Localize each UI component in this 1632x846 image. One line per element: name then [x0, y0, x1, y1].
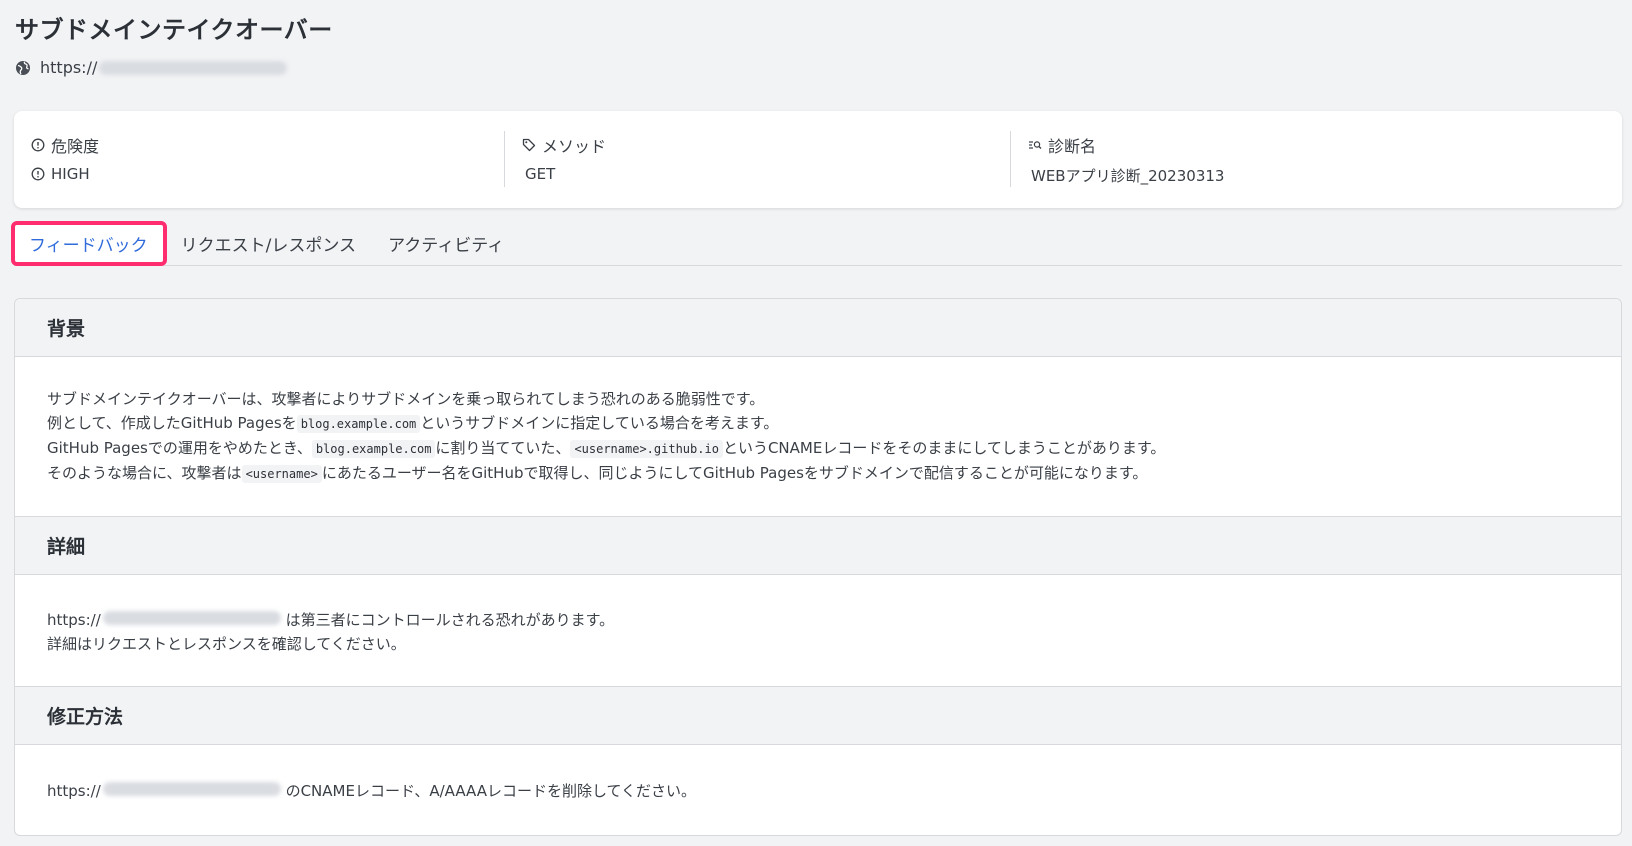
tab-request-response[interactable]: リクエスト/レスポンス — [181, 231, 356, 256]
risk-value: HIGH — [31, 165, 90, 183]
feedback-panel: 背景 サブドメインテイクオーバーは、攻撃者によりサブドメインを乗っ取られてしまう… — [14, 298, 1622, 836]
details-line-1: https:// は第三者にコントロールされる恐れがあります。 — [47, 611, 615, 629]
page-root: サブドメインテイクオーバー https:// 危険度 HIGH メソッド GET… — [0, 0, 1632, 846]
url-redacted — [102, 611, 281, 625]
section-body-fix: https:// のCNAMEレコード、A/AAAAレコードを削除してください。 — [15, 745, 1621, 803]
page-title: サブドメインテイクオーバー — [15, 16, 333, 44]
target-url: https:// — [15, 58, 288, 77]
list-search-icon — [1029, 141, 1042, 149]
background-line-2: 例として、作成したGitHub Pagesを blog.example.com とい… — [47, 414, 779, 433]
background-line-3: GitHub Pagesでの運用をやめたとき、 blog.example.com に… — [47, 439, 1166, 458]
method-column: メソッド GET — [504, 131, 1010, 187]
risk-column: 危険度 HIGH — [14, 111, 504, 208]
url-redacted — [99, 60, 288, 75]
tab-bar: フィードバック リクエスト/レスポンス アクティビティ — [11, 220, 1622, 266]
diagnosis-label: 診断名 — [1028, 133, 1096, 157]
url-prefix: https:// — [40, 58, 98, 77]
background-line-1: サブドメインテイクオーバーは、攻撃者によりサブドメインを乗っ取られてしまう恐れの… — [47, 390, 765, 408]
section-body-background: サブドメインテイクオーバーは、攻撃者によりサブドメインを乗っ取られてしまう恐れの… — [15, 357, 1621, 517]
tag-icon — [522, 138, 536, 152]
details-line-2: 詳細はリクエストとレスポンスを確認してください。 — [47, 635, 406, 653]
diagnosis-value: WEBアプリ診断_20230313 — [1031, 167, 1225, 185]
section-header-details: 詳細 — [15, 517, 1621, 575]
section-body-details: https:// は第三者にコントロールされる恐れがあります。 詳細はリクエスト… — [15, 575, 1621, 687]
method-label: メソッド — [522, 133, 606, 157]
method-value: GET — [525, 165, 556, 183]
url-redacted — [102, 782, 281, 796]
diagnosis-column: 診断名 WEBアプリ診断_20230313 — [1010, 131, 1622, 187]
fix-line-1: https:// のCNAMEレコード、A/AAAAレコードを削除してください。 — [47, 782, 697, 800]
info-card: 危険度 HIGH メソッド GET 診断名 WEBアプリ診断_20230313 — [14, 111, 1622, 208]
section-header-fix: 修正方法 — [15, 687, 1621, 745]
risk-label: 危険度 — [31, 133, 99, 157]
tab-activity[interactable]: アクティビティ — [388, 231, 504, 256]
globe-icon — [16, 60, 30, 75]
alert-circle-icon — [31, 138, 45, 152]
background-line-4: そのような場合に、攻撃者は <username> にあたるユーザー名をGitHubで… — [47, 464, 1148, 483]
section-header-background: 背景 — [15, 299, 1621, 357]
tab-feedback[interactable]: フィードバック — [11, 220, 167, 266]
alert-circle-icon — [31, 167, 45, 181]
